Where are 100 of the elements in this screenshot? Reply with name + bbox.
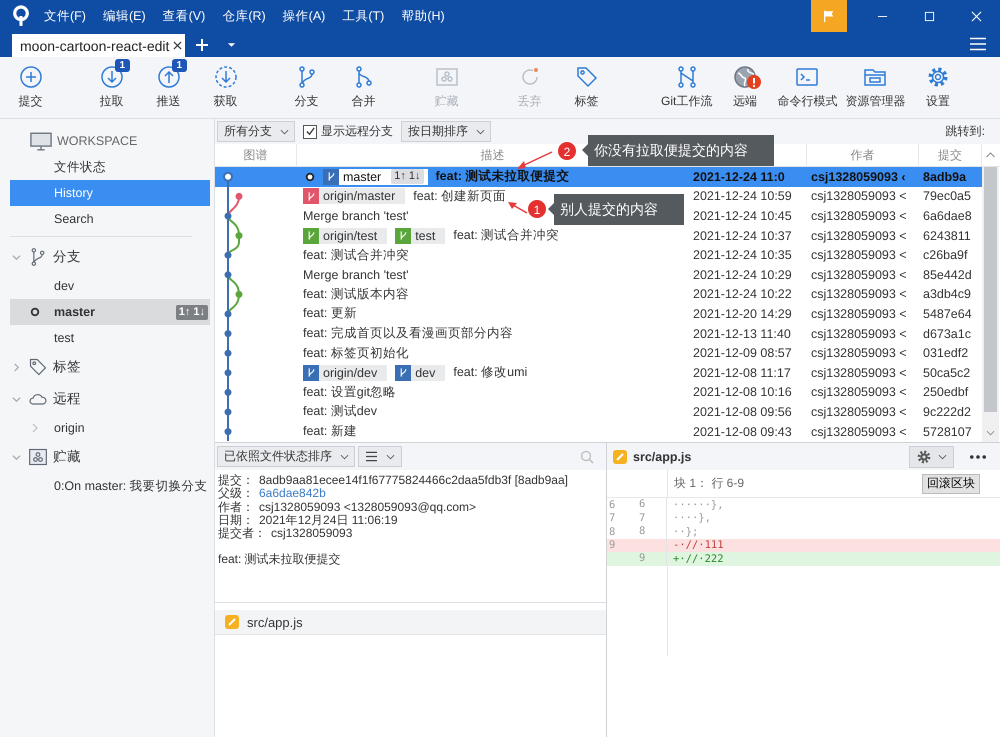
line-number: 7 [637,512,667,525]
line-number: 6 [637,498,667,512]
commit-message: feat: 测试未拉取便提交 [436,168,570,186]
commit-message: feat: 测试未拉取便提交 [218,553,342,567]
code-text: +·//·222 [672,552,724,565]
line-number: 8 [608,526,616,538]
field-label: 提交： [218,474,254,487]
date-cell-text: 2021-12-24 10:45 [692,208,793,223]
branch-name: master [343,170,382,184]
author-cell-text: csj1328059093 < [810,268,908,282]
line-number: 9 [637,552,667,566]
item-label: dev [54,279,74,293]
author-cell-text: csj1328059093 < [810,287,908,302]
date-cell-text: 2021-12-24 10:29 [692,268,793,282]
hash-cell-text: a3db4c9 [922,287,972,302]
section-title: 分支 [53,248,81,266]
section-title: 贮藏 [53,448,81,466]
code-text: ····}, [672,512,711,524]
hash-cell-text: 250edbf [922,385,970,400]
date-cell-text: 2021-12-08 09:56 [692,404,793,419]
date-cell-text: 2021-12-08 10:16 [692,385,793,400]
item-label: origin [54,421,85,435]
commit-message: feat: 完成首页以及看漫画页部分内容 [303,325,513,342]
commit-message: feat: 创建新页面 [413,188,506,205]
author-cell-text: csj1328059093 < [810,326,908,341]
date-cell-text: 2021-12-08 11:17 [692,366,792,380]
date-cell-text: 2021-12-24 10:35 [692,248,793,262]
date-cell-text: 2021-12-24 10:59 [692,189,793,204]
file-path: src/app.js [247,614,303,630]
section-title: 远程 [53,390,81,408]
commit-message: feat: 更新 [303,305,357,322]
field-label: 日期： [218,514,254,527]
author-cell-text: csj1328059093 < [810,306,908,321]
file-path: src/app.js [633,450,692,464]
date-cell-text: 2021-12-20 14:29 [692,306,793,321]
author-cell-text: csj1328059093 < [810,404,908,419]
workspace-heading: WORKSPACE [57,134,138,148]
field-label: 提交者： [218,527,266,540]
field-value: 8adb9aa81ecee14f1f67775824466c2daa5fdb3f [8adb9aa] [259,474,568,488]
commit-message: feat: 设置git忽略 [303,384,396,401]
author-cell-text: csj1328059093 < [810,208,908,223]
branch-name: origin/dev [323,366,378,380]
commit-message: feat: 测试合并冲突 [453,227,560,244]
checkbox-label: 显示远程分支 [321,123,393,140]
item-label: test [54,331,74,345]
hash-cell-text: 9c222d2 [922,404,972,419]
date-cell-text: 2021-12-24 10:37 [692,228,793,243]
branch-name: dev [415,366,436,380]
section-title: 标签 [53,358,81,376]
author-cell-text: csj1328059093 < [810,366,908,380]
author-cell-text: csj1328059093 < [810,346,908,360]
field-label: 父级： [218,487,254,501]
hunk-header: 块 1： 行 6-9 [673,475,744,492]
hash-cell-text: 5728107 [922,424,973,439]
hash-cell-text: c26ba9f [922,248,968,262]
hash-cell-text: 5487e64 [922,306,973,321]
count-badge: 1 [172,59,188,72]
line-number: 7 [608,512,616,524]
annotation-number-tooltip: 2 [557,141,577,161]
hash-cell-text: 79ec0a5 [922,189,972,204]
commit-message: feat: 修改umi [453,364,528,382]
annotation-tooltip: 你没有拉取便提交的内容 [582,135,774,166]
hash-cell-text: 031edf2 [922,346,970,360]
commit-message: feat: 测试合并冲突 [303,246,409,264]
hash-cell-text: 6243811 [922,228,972,243]
annotation-number-tooltip: 1 [527,199,547,219]
hash-cell-text: 50ca5c2 [922,366,972,380]
author-cell-text: csj1328059093 ‹ [810,170,907,184]
count-badge: 1 [114,59,130,72]
commit-message: feat: 新建 [303,423,357,440]
item-label: 0:On master: 我要切换分支 [54,478,208,494]
field-value: 2021年12月24日 11:06:19 [259,514,398,528]
commit-message: feat: 测试dev [303,403,377,420]
branch-name: origin/master [323,189,396,204]
code-text: ······}, [672,498,724,511]
sync-count: 1↑ 1↓ [176,304,208,320]
commit-message: feat: 测试版本内容 [303,286,409,303]
author-cell-text: csj1328059093 < [810,424,908,439]
field-label: 作者： [218,500,254,514]
author-cell-text: csj1328059093 < [810,248,908,262]
author-cell-text: csj1328059093 < [810,189,908,204]
date-cell-text: 2021-12-13 11:40 [692,326,792,341]
hash-cell-text: 8adb9a [922,170,968,184]
field-value: csj1328059093 <1328059093@qq.com> [259,500,476,514]
line-number: 9 [608,539,616,552]
code-text: -·//·111 [672,539,724,552]
sync-count: 1↑ 1↓ [391,169,424,184]
commit-message: feat: 标签页初始化 [303,344,409,362]
hash-cell-text: 6a6dae8 [922,208,973,223]
item-label: master [54,305,95,319]
date-cell-text: 2021-12-24 10:22 [692,287,793,302]
author-cell-text: csj1328059093 < [810,385,908,400]
field-value: csj1328059093 [271,527,352,540]
branch-name: origin/test [323,228,378,243]
annotation-tooltip: 别人提交的内容 [548,194,684,225]
line-number: 6 [608,498,616,511]
jump-to-label: 跳转到: [946,123,985,140]
date-cell-text: 2021-12-24 11:0 [692,170,786,184]
commit-message: Merge branch 'test' [303,268,409,282]
author-cell-text: csj1328059093 < [810,228,908,243]
